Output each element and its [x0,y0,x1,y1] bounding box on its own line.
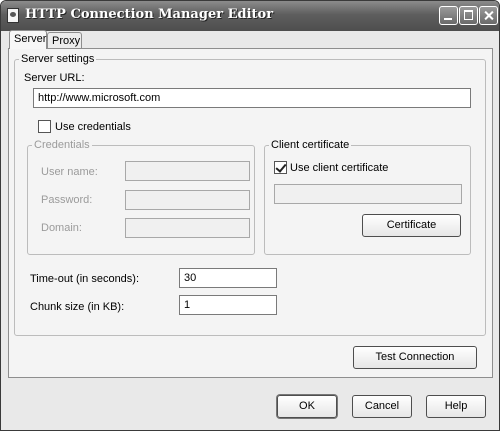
domain-label: Domain: [41,222,82,234]
ok-button[interactable]: OK [277,395,337,418]
password-label: Password: [41,194,93,206]
timeout-input[interactable] [179,268,277,288]
test-connection-button[interactable]: Test Connection [353,346,477,369]
certificate-button[interactable]: Certificate [362,214,461,237]
domain-input[interactable] [125,218,250,238]
minimize-icon[interactable] [439,6,458,25]
cancel-button[interactable]: Cancel [352,395,412,418]
chunk-size-input[interactable] [179,295,277,315]
tab-server[interactable]: Server [9,30,47,49]
user-name-label: User name: [41,166,98,178]
server-url-input[interactable] [33,88,471,108]
help-button[interactable]: Help [426,395,486,418]
use-client-certificate-checkbox[interactable] [274,161,287,174]
title-bar[interactable]: HTTP Connection Manager Editor [1,1,499,31]
http-connection-manager-editor-window: HTTP Connection Manager Editor Server Pr… [0,0,500,431]
client-certificate-input[interactable] [274,184,462,204]
window-title: HTTP Connection Manager Editor [25,7,274,22]
timeout-label: Time-out (in seconds): [30,273,140,285]
tab-proxy[interactable]: Proxy [47,32,82,48]
server-url-label: Server URL: [24,72,85,84]
client-certificate-legend: Client certificate [271,139,350,151]
chunk-size-label: Chunk size (in KB): [30,301,125,313]
password-input[interactable] [125,190,250,210]
maximize-icon[interactable] [459,6,478,25]
server-tab-panel: Server settings Server URL: Use credenti… [8,48,493,378]
use-credentials-checkbox[interactable] [38,120,51,133]
close-icon[interactable] [479,6,498,25]
use-credentials-label: Use credentials [55,121,131,133]
app-icon [7,8,19,23]
credentials-legend: Credentials [34,139,90,151]
user-name-input[interactable] [125,161,250,181]
use-client-certificate-label: Use client certificate [290,162,389,174]
server-settings-legend: Server settings [21,53,95,65]
